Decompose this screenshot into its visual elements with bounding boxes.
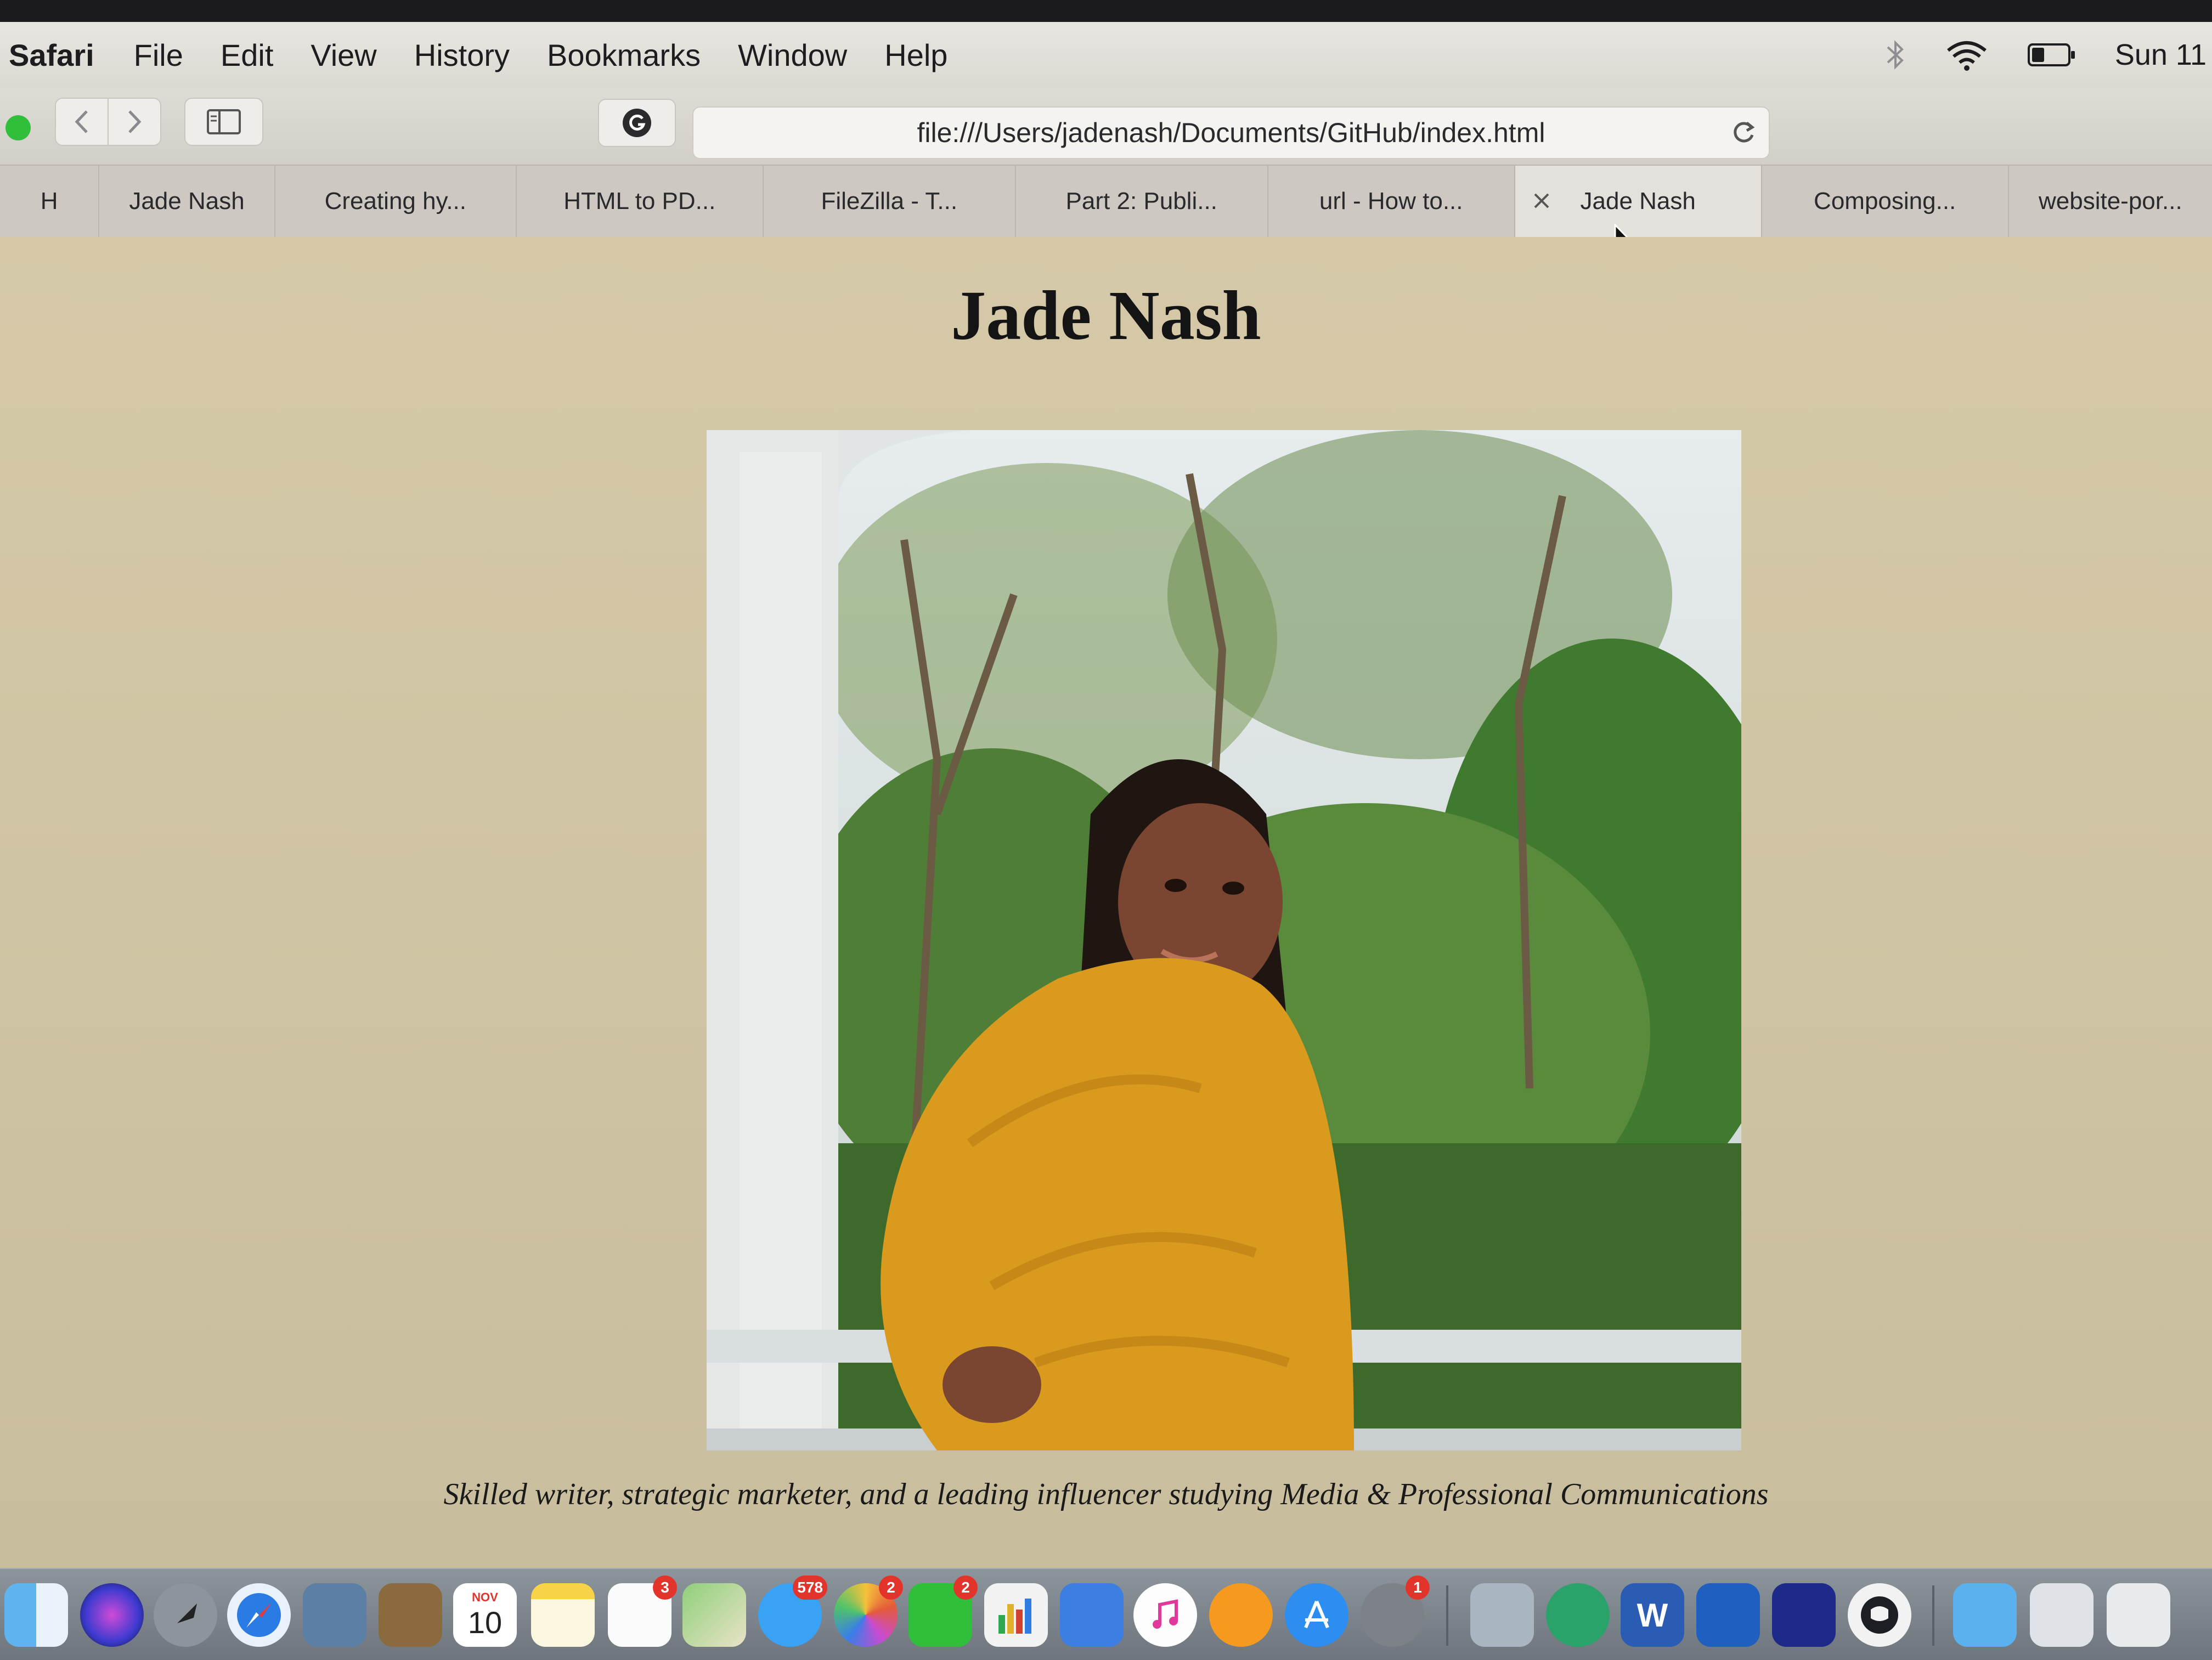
tab-label: Composing... [1814,188,1956,214]
menu-edit[interactable]: Edit [221,37,274,73]
dock-separator [1932,1585,1934,1646]
menu-history[interactable]: History [414,37,510,73]
tab-10[interactable]: website-por... [2009,166,2212,237]
folder-icon[interactable] [1953,1583,2017,1647]
wifi-icon[interactable] [1945,38,1989,71]
status-area: Sun 11 [1884,22,2212,88]
reload-icon[interactable] [1729,118,1758,150]
flow-icon[interactable] [1772,1583,1836,1647]
menu-clock[interactable]: Sun 11 [2115,38,2207,72]
dock-separator [1446,1585,1448,1646]
siri-icon[interactable] [80,1583,144,1647]
tab-7[interactable]: url - How to... [1268,166,1515,237]
keynote-icon[interactable] [1060,1583,1124,1647]
tab-1[interactable]: H [0,166,100,237]
itunes-icon[interactable] [1133,1583,1197,1647]
chevron-right-icon [128,110,142,133]
github-icon[interactable] [1848,1583,1911,1647]
preview-icon[interactable] [303,1583,366,1647]
tab-5[interactable]: FileZilla - T... [764,166,1016,237]
documents-icon[interactable] [2107,1583,2170,1647]
notes-icon[interactable] [531,1583,595,1647]
forward-button[interactable] [108,99,160,145]
menu-file[interactable]: File [134,37,183,73]
bluetooth-icon[interactable] [1884,38,1906,71]
menu-help[interactable]: Help [884,37,947,73]
tab-label: Jade Nash [1580,188,1696,214]
word-icon[interactable]: W [1621,1583,1684,1647]
word-letter: W [1637,1596,1668,1634]
tab-label: HTML to PD... [563,188,716,214]
image-capture-icon[interactable] [1470,1583,1534,1647]
address-url[interactable]: file:///Users/jadenash/Documents/GitHub/… [693,108,1769,158]
books-icon[interactable] [1209,1583,1273,1647]
atom-icon[interactable] [1546,1583,1610,1647]
tab-4[interactable]: HTML to PD... [517,166,764,237]
page-content: Jade Nash Skilled writer, strategic mark… [0,237,2212,1568]
sidebar-icon [207,109,241,134]
finder-icon[interactable] [4,1583,68,1647]
box-icon[interactable] [1696,1583,1760,1647]
tab-2[interactable]: Jade Nash [99,166,275,237]
dock: NOV 10 3 578 2 2 1 W [0,1568,2212,1660]
messages-icon[interactable]: 578 [758,1576,827,1647]
tab-label: Creating hy... [324,188,466,214]
calendar-icon[interactable]: NOV 10 [453,1583,517,1647]
notebook-icon[interactable] [379,1583,442,1647]
reminders-badge: 3 [653,1576,677,1600]
menu-app-safari[interactable]: Safari [9,37,94,73]
documents-icon[interactable] [2030,1583,2094,1647]
menu-window[interactable]: Window [738,37,847,73]
reminders-icon[interactable]: 3 [608,1576,677,1647]
browser-toolbar: file:///Users/jadenash/Documents/GitHub/… [0,88,2212,165]
address-bar[interactable]: file:///Users/jadenash/Documents/GitHub/… [692,106,1770,159]
page-tagline: Skilled writer, strategic marketer, and … [443,1477,1769,1511]
menu-bar: Safari File Edit View History Bookmarks … [0,22,2212,88]
photos-icon[interactable]: 2 [834,1576,903,1647]
calendar-month: NOV [472,1590,498,1604]
close-tab-icon[interactable] [1531,190,1553,218]
tab-label: FileZilla - T... [821,188,958,214]
tab-9[interactable]: Composing... [1762,166,2009,237]
next-section-heading-partial: ​ [0,1554,2212,1568]
facetime-icon[interactable]: 2 [909,1576,978,1647]
maps-icon[interactable] [682,1583,746,1647]
navigation-buttons [55,98,161,146]
window-zoom-button[interactable] [5,115,31,140]
sidebar-toggle-button[interactable] [184,98,263,146]
app-store-icon[interactable] [1285,1583,1348,1647]
safari-icon[interactable] [227,1583,291,1647]
grammarly-icon [623,109,651,137]
tab-6[interactable]: Part 2: Publi... [1016,166,1268,237]
facetime-badge: 2 [953,1576,978,1600]
chevron-left-icon [75,110,88,133]
back-button[interactable] [56,99,108,145]
tab-label: Jade Nash [129,188,245,214]
tab-label: H [40,188,58,214]
tab-3[interactable]: Creating hy... [275,166,517,237]
launchpad-icon[interactable] [154,1583,217,1647]
battery-icon[interactable] [2027,41,2076,69]
calendar-day: 10 [467,1605,503,1640]
grammarly-extension-button[interactable] [598,99,676,147]
tab-label: website-por... [2038,188,2182,214]
tab-label: url - How to... [1319,188,1463,214]
photos-badge: 2 [879,1576,903,1600]
tab-label: Part 2: Publi... [1065,188,1217,214]
numbers-icon[interactable] [984,1583,1048,1647]
page-title: Jade Nash [951,276,1261,354]
system-preferences-badge: 1 [1406,1576,1430,1600]
menu-bookmarks[interactable]: Bookmarks [547,37,701,73]
tab-bar: H Jade Nash Creating hy... HTML to PD...… [0,165,2212,238]
messages-badge: 578 [793,1576,827,1600]
menu-view[interactable]: View [311,37,376,73]
profile-photo [707,430,1741,1450]
system-preferences-icon[interactable]: 1 [1361,1576,1430,1647]
